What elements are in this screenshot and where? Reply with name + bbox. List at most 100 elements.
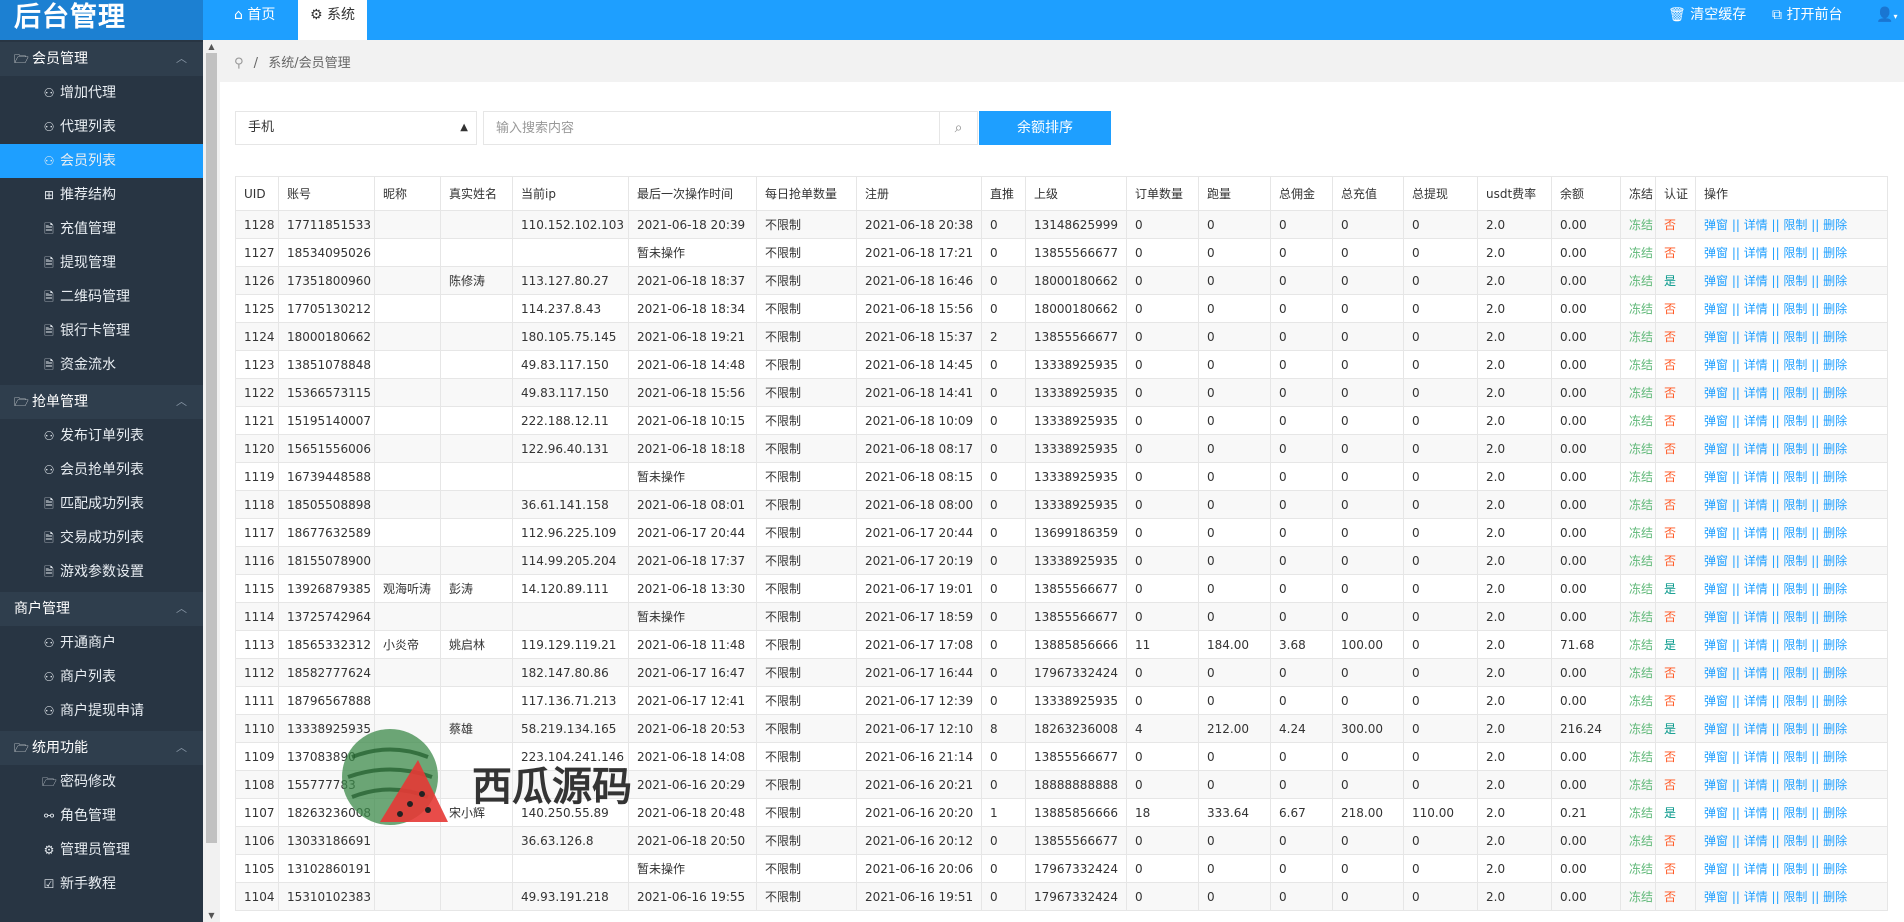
row-actions[interactable]: 弹窗 || 详情 || 限制 || 删除 (1695, 854, 1888, 883)
scroll-down-arrow-icon[interactable]: ▼ (203, 909, 220, 922)
frozen-status[interactable]: 冻结 (1620, 658, 1656, 687)
sidebar-item-change-password[interactable]: 🗁 密码修改 (0, 765, 203, 799)
row-actions[interactable]: 弹窗 || 详情 || 限制 || 删除 (1695, 714, 1888, 743)
scrollbar-thumb[interactable] (206, 53, 217, 843)
frozen-status[interactable]: 冻结 (1620, 322, 1656, 351)
table-cell: 13338925935 (1025, 406, 1127, 435)
sidebar-item-merchant-withdraw[interactable]: ⚇ 商户提现申请 (0, 694, 203, 728)
frozen-status[interactable]: 冻结 (1620, 350, 1656, 379)
sidebar-group-common[interactable]: 🗁 统用功能 ︿ (0, 731, 203, 765)
sidebar-item-agent-list[interactable]: ⚇ 代理列表 (0, 110, 203, 144)
frozen-status[interactable]: 冻结 (1620, 266, 1656, 295)
table-cell: 0 (1270, 546, 1333, 575)
frozen-status[interactable]: 冻结 (1620, 742, 1656, 771)
sidebar-item-game-settings[interactable]: 🗎 游戏参数设置 (0, 555, 203, 589)
scroll-up-arrow-icon[interactable]: ▲ (203, 40, 220, 53)
row-actions[interactable]: 弹窗 || 详情 || 限制 || 删除 (1695, 798, 1888, 827)
frozen-status[interactable]: 冻结 (1620, 546, 1656, 575)
row-actions[interactable]: 弹窗 || 详情 || 限制 || 删除 (1695, 294, 1888, 323)
table-cell: 0 (1126, 294, 1199, 323)
sidebar-item-referral-structure[interactable]: ⊞ 推荐结构 (0, 178, 203, 212)
row-actions[interactable]: 弹窗 || 详情 || 限制 || 删除 (1695, 490, 1888, 519)
sidebar-group-orders[interactable]: 🗁 抢单管理 ︿ (0, 385, 203, 419)
table-cell: 13855566677 (1025, 322, 1127, 351)
frozen-status[interactable]: 冻结 (1620, 462, 1656, 491)
frozen-status[interactable]: 冻结 (1620, 294, 1656, 323)
frozen-status[interactable]: 冻结 (1620, 238, 1656, 267)
tab-system[interactable]: ⚙ 系统 (298, 0, 368, 40)
frozen-status[interactable]: 冻结 (1620, 826, 1656, 855)
row-actions[interactable]: 弹窗 || 详情 || 限制 || 删除 (1695, 658, 1888, 687)
sidebar-item-member-grabs[interactable]: ⚇ 会员抢单列表 (0, 453, 203, 487)
row-actions[interactable]: 弹窗 || 详情 || 限制 || 删除 (1695, 434, 1888, 463)
frozen-status[interactable]: 冻结 (1620, 602, 1656, 631)
row-actions[interactable]: 弹窗 || 详情 || 限制 || 删除 (1695, 882, 1888, 911)
sidebar-item-published-orders[interactable]: ⚇ 发布订单列表 (0, 419, 203, 453)
sidebar-item-qrcode[interactable]: 🗎 二维码管理 (0, 280, 203, 314)
frozen-status[interactable]: 冻结 (1620, 630, 1656, 659)
row-actions[interactable]: 弹窗 || 详情 || 限制 || 删除 (1695, 826, 1888, 855)
frozen-status[interactable]: 冻结 (1620, 490, 1656, 519)
row-actions[interactable]: 弹窗 || 详情 || 限制 || 删除 (1695, 462, 1888, 491)
row-actions[interactable]: 弹窗 || 详情 || 限制 || 删除 (1695, 322, 1888, 351)
sidebar-item-withdraw[interactable]: 🗎 提现管理 (0, 246, 203, 280)
row-actions[interactable]: 弹窗 || 详情 || 限制 || 删除 (1695, 770, 1888, 799)
row-actions[interactable]: 弹窗 || 详情 || 限制 || 删除 (1695, 602, 1888, 631)
open-frontend-button[interactable]: ⧉ 打开前台 (1772, 0, 1842, 32)
search-button[interactable]: ⌕ (939, 111, 978, 145)
frozen-status[interactable]: 冻结 (1620, 574, 1656, 603)
sidebar-item-tutorial[interactable]: ☑ 新手教程 (0, 867, 203, 901)
row-actions[interactable]: 弹窗 || 详情 || 限制 || 删除 (1695, 238, 1888, 267)
frozen-status[interactable]: 冻结 (1620, 714, 1656, 743)
row-actions[interactable]: 弹窗 || 详情 || 限制 || 删除 (1695, 742, 1888, 771)
sidebar-group-merchants[interactable]: 商户管理 ︿ (0, 592, 203, 626)
sidebar-item-member-list[interactable]: ⚇ 会员列表 (0, 144, 203, 178)
search-field-select[interactable]: 手机 ▲ (235, 111, 477, 145)
table-cell: 13338925935 (1025, 434, 1127, 463)
frozen-status[interactable]: 冻结 (1620, 518, 1656, 547)
frozen-status[interactable]: 冻结 (1620, 854, 1656, 883)
user-icon: ⚇ (43, 86, 55, 100)
row-actions[interactable]: 弹窗 || 详情 || 限制 || 删除 (1695, 546, 1888, 575)
row-actions[interactable]: 弹窗 || 详情 || 限制 || 删除 (1695, 686, 1888, 715)
row-actions[interactable]: 弹窗 || 详情 || 限制 || 删除 (1695, 378, 1888, 407)
table-cell: 1122 (235, 378, 279, 407)
row-actions[interactable]: 弹窗 || 详情 || 限制 || 删除 (1695, 518, 1888, 547)
frozen-status[interactable]: 冻结 (1620, 434, 1656, 463)
table-cell: 0 (1332, 546, 1404, 575)
sidebar-item-trade-success[interactable]: 🗎 交易成功列表 (0, 521, 203, 555)
sidebar-item-roles[interactable]: ⚯ 角色管理 (0, 799, 203, 833)
row-actions[interactable]: 弹窗 || 详情 || 限制 || 删除 (1695, 574, 1888, 603)
sidebar-item-add-agent[interactable]: ⚇ 增加代理 (0, 76, 203, 110)
tab-home[interactable]: ⌂ 首页 (222, 0, 287, 40)
frozen-status[interactable]: 冻结 (1620, 882, 1656, 911)
frozen-status[interactable]: 冻结 (1620, 378, 1656, 407)
clear-cache-button[interactable]: 🗑 清空缓存 (1668, 0, 1746, 32)
frozen-status[interactable]: 冻结 (1620, 770, 1656, 799)
row-actions[interactable]: 弹窗 || 详情 || 限制 || 删除 (1695, 210, 1888, 239)
balance-sort-button[interactable]: 余额排序 (979, 111, 1111, 145)
sidebar-item-recharge[interactable]: 🗎 充值管理 (0, 212, 203, 246)
sidebar-item-fund-flow[interactable]: 🗎 资金流水 (0, 348, 203, 382)
table-row: 1122 15366573115 49.83.117.150 2021-06-18 1… (235, 378, 1888, 407)
sidebar-item-matched-list[interactable]: 🗎 匹配成功列表 (0, 487, 203, 521)
row-actions[interactable]: 弹窗 || 详情 || 限制 || 删除 (1695, 350, 1888, 379)
frozen-status[interactable]: 冻结 (1620, 210, 1656, 239)
user-menu[interactable]: 👤▾ (1876, 0, 1897, 32)
breadcrumb-path[interactable]: 系统/会员管理 (268, 56, 350, 71)
row-actions[interactable]: 弹窗 || 详情 || 限制 || 删除 (1695, 266, 1888, 295)
row-actions[interactable]: 弹窗 || 详情 || 限制 || 删除 (1695, 406, 1888, 435)
sidebar-item-bank-card[interactable]: 🗎 银行卡管理 (0, 314, 203, 348)
search-input[interactable] (483, 111, 940, 145)
frozen-status[interactable]: 冻结 (1620, 686, 1656, 715)
sidebar-group-members[interactable]: 🗁 会员管理 ︿ (0, 42, 203, 76)
row-actions[interactable]: 弹窗 || 详情 || 限制 || 删除 (1695, 630, 1888, 659)
sidebar-item-label: 商户提现申请 (60, 703, 144, 719)
frozen-status[interactable]: 冻结 (1620, 798, 1656, 827)
sidebar-item-merchant-list[interactable]: ⚇ 商户列表 (0, 660, 203, 694)
sidebar-item-open-merchant[interactable]: ⚇ 开通商户 (0, 626, 203, 660)
app-logo[interactable]: 后台管理 (0, 0, 203, 40)
frozen-status[interactable]: 冻结 (1620, 406, 1656, 435)
column-header: 账号 (278, 176, 375, 211)
sidebar-item-admins[interactable]: ⚙ 管理员管理 (0, 833, 203, 867)
